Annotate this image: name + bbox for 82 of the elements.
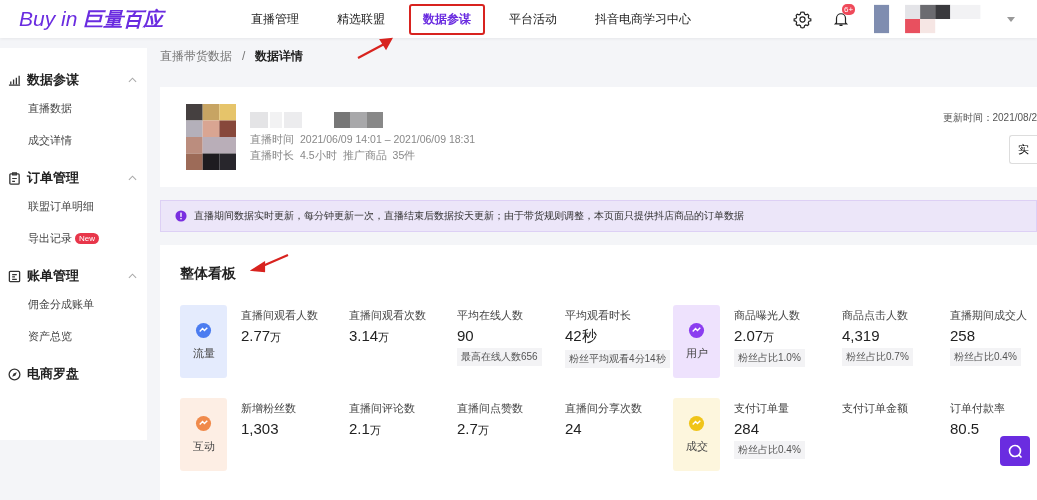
- category-label: 流量: [192, 347, 215, 361]
- notice-text: 直播期间数据实时更新，每分钟更新一次，直播结束后数据按天更新；由于带货规则调整，本页面只提供抖店商品的订单数据: [194, 209, 744, 223]
- metric-value: 42秒: [565, 327, 597, 346]
- metric-note: 粉丝占比0.7%: [842, 348, 913, 366]
- metric-value: 80.5: [950, 420, 980, 437]
- info-icon: [175, 210, 187, 222]
- breadcrumb-link[interactable]: 直播带货数据: [160, 47, 232, 65]
- field-label: 推广商品: [342, 148, 387, 163]
- metric-note: 粉丝占比0.4%: [734, 441, 805, 459]
- metric-value: 3.14万: [349, 327, 390, 345]
- section-title: 整体看板: [180, 265, 237, 283]
- metric-label: 直播间观看次数: [349, 309, 426, 323]
- metric-note: 粉丝占比1.0%: [734, 349, 805, 367]
- sidebar-item[interactable]: 导出记录: [28, 230, 72, 246]
- compass-icon: [8, 367, 21, 381]
- field-label: 直播时间: [250, 132, 294, 147]
- chart-icon: [8, 73, 21, 87]
- sidebar-section[interactable]: 账单管理: [0, 264, 147, 288]
- metric-value: 2.1万: [349, 420, 381, 438]
- metric-note: 最高在线人数656: [457, 348, 542, 366]
- sidebar-item[interactable]: 联盟订单明细: [28, 198, 94, 214]
- settings-icon[interactable]: [793, 9, 812, 29]
- logo-text: 巨量百应: [83, 6, 164, 32]
- document-icon: [8, 269, 21, 283]
- sidebar-section[interactable]: 电商罗盘: [0, 362, 147, 386]
- sidebar-item[interactable]: 资产总览: [28, 328, 72, 344]
- new-badge: New: [75, 232, 99, 244]
- metric-label: 直播间评论数: [349, 402, 415, 416]
- metric-note: 粉丝平均观看4分14秒: [565, 350, 670, 368]
- metric-label: 商品曝光人数: [734, 309, 800, 323]
- metric-value: 2.07万: [734, 327, 775, 345]
- action-button[interactable]: 实: [1009, 135, 1037, 164]
- caret-icon: [128, 77, 137, 83]
- sidebar-section[interactable]: 数据参谋: [0, 68, 147, 92]
- dropdown-caret-icon[interactable]: [1007, 16, 1015, 22]
- metric-label: 直播间点赞数: [457, 402, 523, 416]
- metric-label: 商品点击人数: [842, 309, 908, 323]
- metric-value: 4,319: [842, 327, 880, 344]
- category-label: 互动: [192, 440, 215, 454]
- metric-value: 24: [565, 420, 582, 437]
- caret-icon: [128, 273, 137, 279]
- logo-text: Buy in: [19, 6, 78, 31]
- notification-icon[interactable]: [832, 10, 850, 28]
- nav-tab[interactable]: 抖音电商学习中心: [581, 3, 705, 35]
- metric-value: 2.7万: [457, 420, 489, 438]
- nav-tab[interactable]: 数据参谋: [409, 3, 485, 35]
- chat-button[interactable]: [1000, 436, 1030, 466]
- field-value: 2021/06/09 14:01 – 2021/06/09 18:31: [300, 132, 476, 147]
- metric-value: 90: [457, 327, 474, 344]
- caret-icon: [128, 175, 137, 181]
- update-time: 更新时间：2021/08/2: [942, 111, 1037, 125]
- nav-tab[interactable]: 精选联盟: [323, 3, 399, 35]
- metric-label: 支付订单金额: [842, 402, 908, 416]
- metric-label: 订单付款率: [950, 402, 1005, 416]
- nav-tab[interactable]: 平台活动: [495, 3, 571, 35]
- sidebar-item[interactable]: 佣金分成账单: [28, 296, 94, 312]
- metric-note: 粉丝占比0.4%: [950, 348, 1021, 366]
- metric-label: 直播期间成交人: [950, 309, 1027, 323]
- category-label: 用户: [685, 347, 708, 361]
- metric-label: 直播间分享次数: [565, 402, 642, 416]
- metric-label: 平均在线人数: [457, 309, 523, 323]
- clipboard-icon: [8, 171, 21, 185]
- metric-label: 支付订单量: [734, 402, 789, 416]
- field-label: 直播时长: [250, 148, 294, 163]
- field-value: 35件: [392, 148, 416, 163]
- sidebar-section[interactable]: 订单管理: [0, 166, 147, 190]
- breadcrumb-link[interactable]: 数据详情: [255, 47, 304, 65]
- metric-label: 新增粉丝数: [241, 402, 296, 416]
- sidebar-item[interactable]: 成交详情: [28, 132, 72, 148]
- metric-value: 1,303: [241, 420, 279, 437]
- sidebar-item[interactable]: 直播数据: [28, 100, 72, 116]
- nav-tab[interactable]: 直播管理: [237, 3, 313, 35]
- notification-badge: 6+: [842, 4, 856, 15]
- category-label: 成交: [685, 440, 708, 454]
- metric-value: 258: [950, 327, 976, 344]
- metric-value: 2.77万: [241, 327, 282, 345]
- metric-label: 平均观看时长: [565, 309, 631, 323]
- breadcrumb-separator: /: [242, 49, 246, 63]
- field-value: 4.5小时: [300, 148, 337, 163]
- search-icon: [1007, 443, 1023, 459]
- metric-value: 284: [734, 420, 760, 437]
- metric-label: 直播间观看人数: [241, 309, 318, 323]
